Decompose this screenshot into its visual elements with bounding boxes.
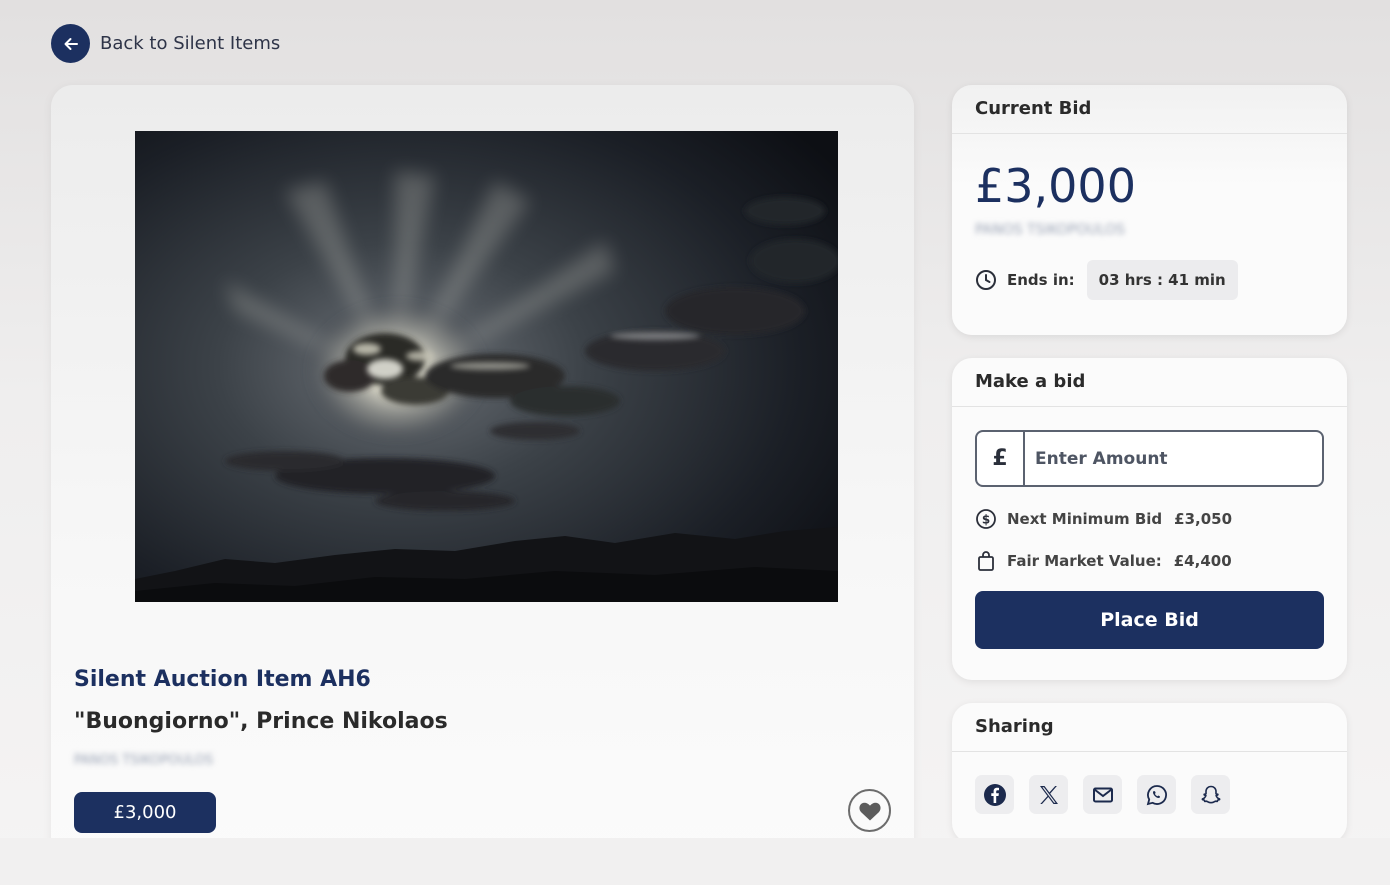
- fair-market-value-value: £4,400: [1173, 552, 1232, 570]
- next-minimum-bid-value: £3,050: [1174, 510, 1233, 528]
- heart-icon: [858, 802, 881, 820]
- x-icon: [1039, 785, 1058, 804]
- item-card: Silent Auction Item AH6 "Buongiorno", Pr…: [51, 85, 914, 865]
- whatsapp-icon: [1146, 784, 1167, 805]
- favorite-button[interactable]: [848, 789, 891, 832]
- back-link-label: Back to Silent Items: [100, 33, 281, 54]
- make-bid-panel: Make a bid £ $ Next Minimum Bid £3,050 F…: [952, 358, 1347, 680]
- share-snapchat-button[interactable]: [1191, 775, 1230, 814]
- share-email-button[interactable]: [1083, 775, 1122, 814]
- place-bid-button[interactable]: Place Bid: [975, 591, 1324, 649]
- currency-symbol: £: [977, 432, 1025, 485]
- ends-in-row: Ends in: 03 hrs : 41 min: [975, 260, 1238, 300]
- footer-band: [0, 838, 1390, 885]
- mail-icon: [1092, 787, 1113, 802]
- item-price-badge: £3,000: [74, 792, 216, 833]
- current-bid-panel: Current Bid £3,000 PANOS TSIKOPOULOS End…: [952, 85, 1347, 335]
- ends-in-label: Ends in:: [1007, 271, 1075, 289]
- sharing-header: Sharing: [952, 703, 1347, 752]
- make-bid-header: Make a bid: [952, 358, 1347, 407]
- current-bid-header: Current Bid: [952, 85, 1347, 134]
- countdown-badge: 03 hrs : 41 min: [1086, 260, 1238, 300]
- share-buttons: [975, 775, 1230, 814]
- snapchat-icon: [1201, 785, 1220, 803]
- next-minimum-bid-row: $ Next Minimum Bid £3,050: [975, 508, 1232, 530]
- item-donor: PANOS TSIKOPOULOS: [74, 753, 214, 768]
- fair-market-value-label: Fair Market Value:: [1007, 552, 1162, 570]
- shopping-bag-icon: [978, 551, 994, 571]
- item-title: "Buongiorno", Prince Nikolaos: [74, 709, 448, 734]
- back-arrow-icon[interactable]: [51, 24, 90, 63]
- item-number: Silent Auction Item AH6: [74, 667, 371, 692]
- current-bidder-name: PANOS TSIKOPOULOS: [975, 222, 1125, 238]
- clock-icon: [976, 270, 996, 290]
- share-facebook-button[interactable]: [975, 775, 1014, 814]
- next-minimum-bid-label: Next Minimum Bid: [1007, 510, 1163, 528]
- fair-market-value-row: Fair Market Value: £4,400: [975, 550, 1232, 572]
- svg-text:$: $: [982, 513, 990, 527]
- bid-amount-input[interactable]: [1025, 432, 1322, 485]
- share-whatsapp-button[interactable]: [1137, 775, 1176, 814]
- sharing-panel: Sharing: [952, 703, 1347, 843]
- facebook-icon: [983, 783, 1006, 806]
- back-link[interactable]: Back to Silent Items: [51, 24, 280, 63]
- current-bid-amount: £3,000: [975, 159, 1136, 213]
- bid-amount-field[interactable]: £: [975, 430, 1324, 487]
- share-x-button[interactable]: [1029, 775, 1068, 814]
- dollar-circle-icon: $: [976, 509, 996, 529]
- artwork-image: [135, 131, 838, 602]
